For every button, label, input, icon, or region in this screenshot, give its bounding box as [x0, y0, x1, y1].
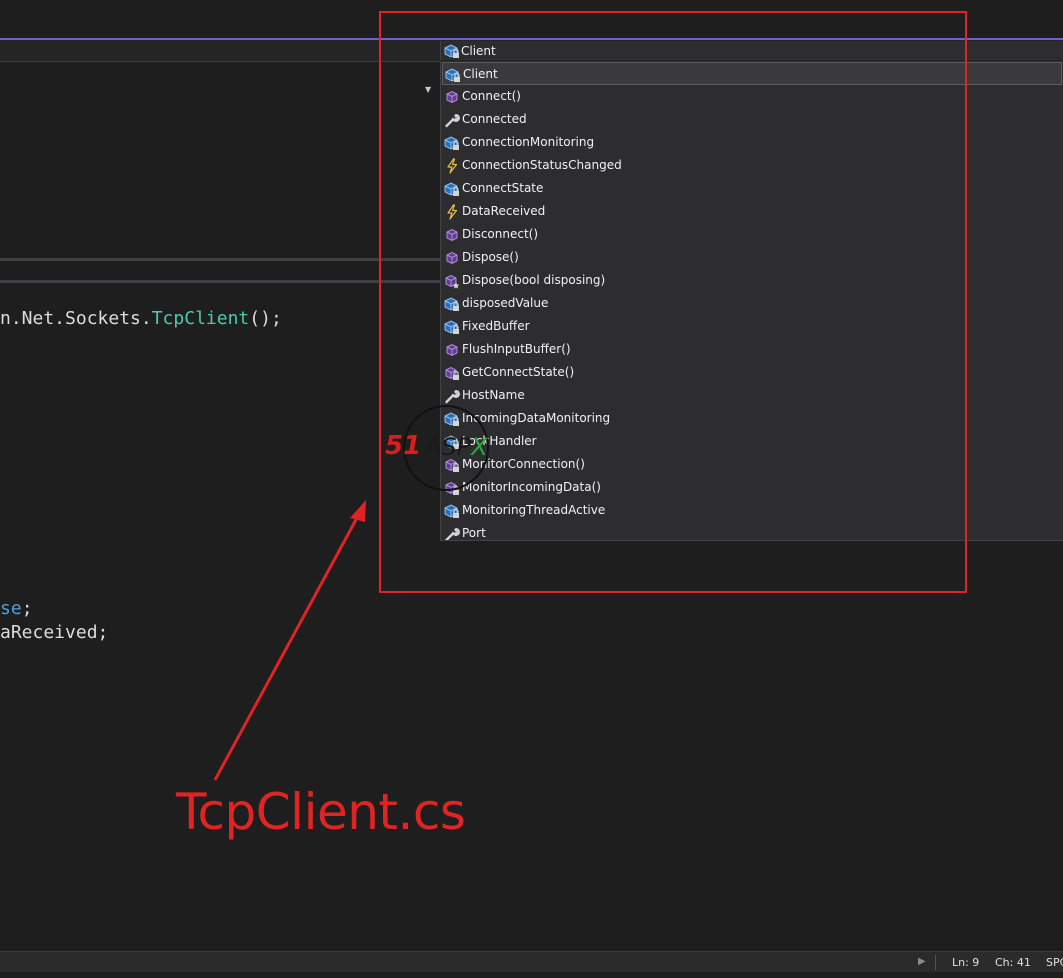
watermark-brand: ASPX [425, 433, 488, 461]
annotation-arrow [213, 500, 366, 781]
scroll-right-icon[interactable]: ▶ [918, 956, 926, 968]
status-line-number[interactable]: Ln: 9 [952, 955, 979, 970]
watermark-logo: 51 ASPX [385, 403, 515, 493]
status-separator [935, 955, 936, 970]
annotation-label: TcpClient.cs [176, 783, 466, 841]
status-whitespace-mode[interactable]: SPC [1046, 955, 1063, 970]
status-bar: ▶ Ln: 9 Ch: 41 SPC [0, 951, 1063, 973]
bottom-strip [0, 972, 1063, 978]
watermark-number: 51 [385, 431, 422, 461]
status-column-number[interactable]: Ch: 41 [995, 955, 1031, 970]
